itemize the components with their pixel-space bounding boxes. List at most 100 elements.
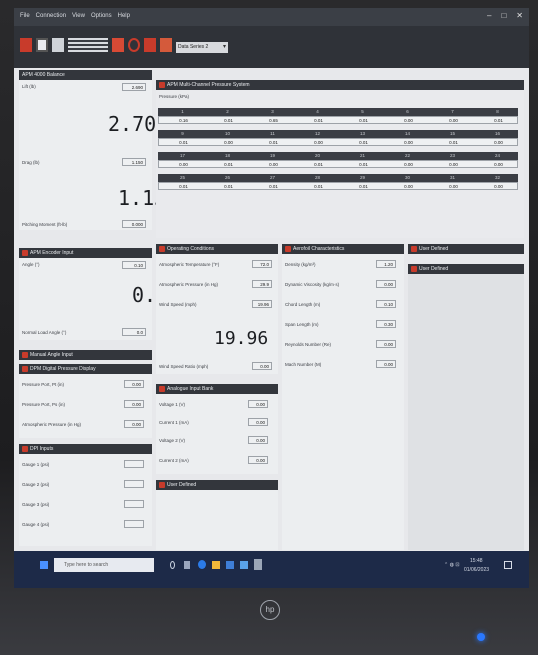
task-view-icon[interactable] <box>184 561 190 569</box>
clock-date[interactable]: 01/06/2023 <box>464 567 489 573</box>
app-taskbar-icon[interactable] <box>254 559 262 570</box>
pitching-value: 0.000 <box>122 220 146 228</box>
menu-file[interactable]: File <box>20 13 30 19</box>
collapse-icon[interactable] <box>159 245 165 252</box>
close-icon[interactable]: ✕ <box>516 11 523 20</box>
expand-icon[interactable] <box>22 351 28 358</box>
stop-icon[interactable] <box>128 38 140 52</box>
chart-icon[interactable] <box>112 38 124 52</box>
mail-icon[interactable] <box>226 561 234 569</box>
channel-number: 5 <box>361 109 364 114</box>
wind-ratio-label: Wind Speed Ratio (mph) <box>159 364 209 369</box>
dpi-row-value <box>124 480 144 488</box>
cortana-icon[interactable] <box>170 561 175 569</box>
dpi-row-value <box>124 520 144 528</box>
record-icon[interactable] <box>20 38 32 52</box>
channel-pressure-value: 0.00 <box>494 162 503 167</box>
channel-pressure-value: 0.00 <box>494 184 503 189</box>
channel-number: 32 <box>494 175 500 180</box>
collapse-icon[interactable] <box>22 249 28 256</box>
settings-icon[interactable] <box>160 38 172 52</box>
channel-number: 21 <box>359 153 365 158</box>
channel-number: 22 <box>404 153 410 158</box>
channel-pressure-value: 0.01 <box>269 140 278 145</box>
start-icon[interactable] <box>40 561 48 569</box>
channel-pressure-value: 0.01 <box>359 140 368 145</box>
collapse-icon[interactable] <box>285 245 291 252</box>
series-select[interactable]: Data Series 2 <box>176 42 228 53</box>
channel-number: 29 <box>359 175 365 180</box>
maximize-icon[interactable]: □ <box>501 11 506 20</box>
menu-options[interactable]: Options <box>91 13 112 19</box>
monitor-bezel: File Connection View Options Help – □ ✕ … <box>0 0 538 655</box>
channel-number: 4 <box>316 109 319 114</box>
analogue-row-value: 0.00 <box>248 400 268 408</box>
pressure-value-row: 0.01 0.00 0.01 0.00 0.01 0.00 0.01 0.00 <box>158 138 518 146</box>
dpd-row-value: 0.00 <box>124 420 144 428</box>
operating-header: Operating Conditions <box>156 244 278 254</box>
menu-connection[interactable]: Connection <box>36 13 66 19</box>
collapse-icon[interactable] <box>159 81 165 88</box>
channel-number: 6 <box>406 109 409 114</box>
edge-icon[interactable] <box>198 560 206 569</box>
store-icon[interactable] <box>240 561 248 569</box>
dpi-row-label: Gauge 3 (psi) <box>22 502 50 507</box>
op-row-label: Wind Speed (mph) <box>159 302 197 307</box>
apm-balance-header: APM 4000 Balance <box>19 70 152 80</box>
menu-help[interactable]: Help <box>118 13 130 19</box>
user-defined-right-panel <box>408 274 524 550</box>
analogue-row-value: 0.00 <box>248 418 268 426</box>
expand-icon[interactable] <box>411 245 417 252</box>
dpd-row-label: Pressure Port, Pt (in) <box>22 382 65 387</box>
analogue-row-label: Voltage 2 (V) <box>159 438 186 443</box>
channel-pressure-value: 0.01 <box>179 140 188 145</box>
window-controls: – □ ✕ <box>487 11 523 20</box>
channel-number: 17 <box>179 153 185 158</box>
tray-icons[interactable]: ⌃ ◍ ⊡ <box>444 562 460 568</box>
export-icon[interactable] <box>144 38 156 52</box>
clock-time[interactable]: 15:48 <box>470 558 483 564</box>
minimize-icon[interactable]: – <box>487 11 491 20</box>
channel-pressure-value: 0.01 <box>179 184 188 189</box>
dpi-header: DPI Inputs <box>19 444 152 454</box>
manual-angle-header[interactable]: Manual Angle Input <box>19 350 152 360</box>
channel-number: 18 <box>224 153 230 158</box>
notification-icon[interactable] <box>504 561 512 569</box>
menu-view[interactable]: View <box>72 13 85 19</box>
pressure-channel-row: 17 18 19 20 21 22 23 24 <box>158 152 518 160</box>
analogue-header: Analogue Input Bank <box>156 384 278 394</box>
user-defined-mid-header[interactable]: User Defined <box>156 480 278 490</box>
drag-label: Drag (lb) <box>22 160 40 165</box>
channel-number: 12 <box>314 131 320 136</box>
channel-number: 27 <box>269 175 275 180</box>
channel-pressure-value: 0.00 <box>449 162 458 167</box>
collapse-icon[interactable] <box>22 365 28 372</box>
dpd-row-value: 0.00 <box>124 380 144 388</box>
dpi-row-value <box>124 460 144 468</box>
op-row-label: Atmospheric Pressure (in Hg) <box>159 282 219 287</box>
file-explorer-icon[interactable] <box>212 561 220 569</box>
collapse-icon[interactable] <box>159 385 165 392</box>
main-area: APM 4000 Balance Lift (lb) 2.690 2.70 Dr… <box>14 68 529 551</box>
channel-number: 10 <box>224 131 230 136</box>
user-defined-right-header-1[interactable]: User Defined <box>408 244 524 254</box>
expand-icon[interactable] <box>159 481 165 488</box>
channel-number: 2 <box>226 109 229 114</box>
pressure-value-row: 0.00 0.01 0.00 0.01 0.01 0.00 0.00 0.00 <box>158 160 518 168</box>
angle-value-small: 0.10 <box>122 261 146 269</box>
collapse-icon[interactable] <box>22 445 28 452</box>
aero-row-value: 0.30 <box>376 320 396 328</box>
open-icon[interactable] <box>52 38 64 52</box>
table-view-icon[interactable] <box>68 38 108 52</box>
expand-icon[interactable] <box>411 265 417 272</box>
channel-pressure-value: 0.00 <box>404 162 413 167</box>
aerofoil-panel <box>282 254 404 550</box>
lift-label: Lift (lb) <box>22 84 36 89</box>
channel-number: 25 <box>179 175 185 180</box>
channel-pressure-value: 0.01 <box>269 184 278 189</box>
channel-number: 19 <box>269 153 275 158</box>
pitching-label: Pitching Moment (ft-lb) <box>22 222 68 227</box>
search-input[interactable]: Type here to search <box>54 558 154 572</box>
save-icon[interactable] <box>36 38 48 52</box>
user-defined-right-header-2[interactable]: User Defined <box>408 264 524 274</box>
